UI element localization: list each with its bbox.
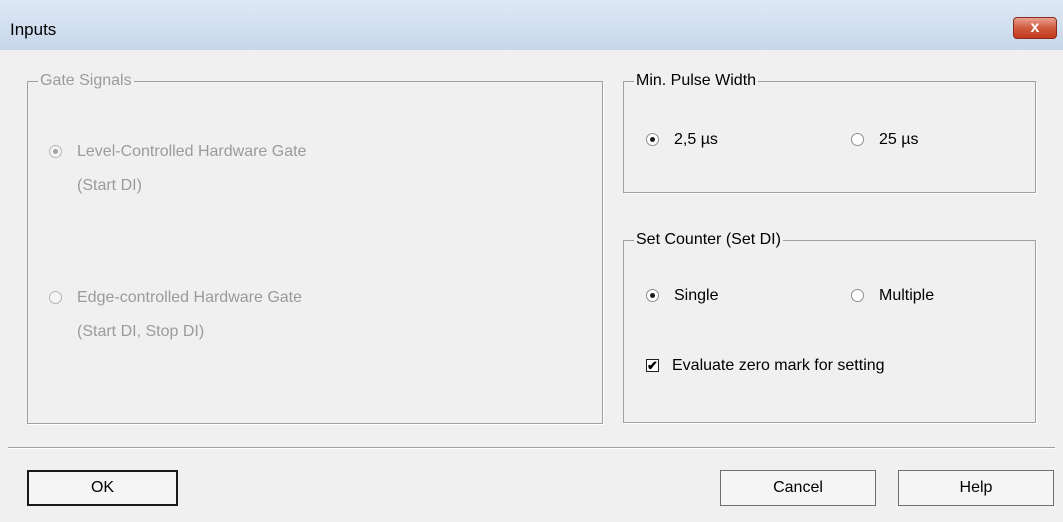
footer-separator [8,447,1055,449]
pulse-width-label-1: 2,5 µs [674,131,718,148]
radio-selected-dot [650,137,655,142]
single-label: Single [674,287,719,304]
zero-mark-option[interactable]: ✔ Evaluate zero mark for setting [646,356,885,376]
pulse-width-option-1[interactable]: 2,5 µs [646,130,718,150]
level-controlled-radio [49,145,62,158]
close-icon: x [1030,19,1040,36]
help-button[interactable]: Help [898,470,1054,506]
pulse-width-legend: Min. Pulse Width [636,72,757,89]
edge-controlled-option: Edge-controlled Hardware Gate (Start DI,… [49,288,302,342]
cancel-button[interactable]: Cancel [720,470,876,506]
multiple-radio[interactable] [851,289,864,302]
edge-controlled-radio [49,291,62,304]
set-counter-group: Set Counter (Set DI) [623,231,1036,423]
radio-selected-dot [53,149,58,154]
edge-controlled-label: Edge-controlled Hardware Gate [77,289,303,306]
edge-controlled-sublabel: (Start DI, Stop DI) [77,323,205,340]
close-button[interactable]: x [1013,17,1057,39]
gate-signals-group: Gate Signals [27,72,603,424]
pulse-width-radio-2[interactable] [851,133,864,146]
set-counter-option-multiple[interactable]: Multiple [851,286,934,306]
multiple-label: Multiple [879,287,935,304]
gate-signals-legend: Gate Signals [40,72,132,89]
zero-mark-label: Evaluate zero mark for setting [672,357,885,374]
pulse-width-option-2[interactable]: 25 µs [851,130,918,150]
title-bar: Inputs x [0,0,1063,50]
set-counter-legend: Set Counter (Set DI) [636,231,781,248]
set-counter-option-single[interactable]: Single [646,286,718,306]
checkmark-icon: ✔ [647,358,658,373]
level-controlled-option: Level-Controlled Hardware Gate (Start DI… [49,142,306,196]
ok-button[interactable]: OK [27,470,178,506]
single-radio[interactable] [646,289,659,302]
pulse-width-radio-1[interactable] [646,133,659,146]
zero-mark-checkbox[interactable]: ✔ [646,359,659,372]
window-title: Inputs [10,20,57,39]
level-controlled-label: Level-Controlled Hardware Gate [77,143,307,160]
level-controlled-sublabel: (Start DI) [77,177,142,194]
radio-selected-dot [650,293,655,298]
pulse-width-label-2: 25 µs [879,131,919,148]
